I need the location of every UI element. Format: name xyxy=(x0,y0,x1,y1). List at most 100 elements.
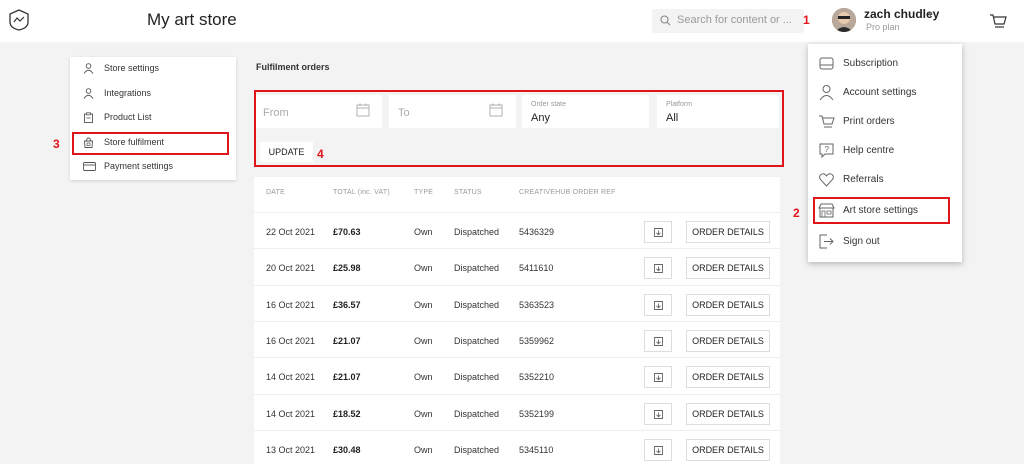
cell-ref: 5352199 xyxy=(519,408,555,419)
menu-item-label: Referrals xyxy=(843,174,884,185)
download-button[interactable] xyxy=(644,438,672,461)
svg-text:?: ? xyxy=(825,145,830,154)
sidebar-item-store-settings[interactable]: Store settings xyxy=(70,57,236,81)
cell-total: £18.52 xyxy=(333,408,361,419)
settings-sidebar: Store settings Integrations Product List… xyxy=(70,57,236,180)
cell-date: 16 Oct 2021 xyxy=(266,335,316,346)
cell-date: 13 Oct 2021 xyxy=(266,444,316,455)
download-button[interactable] xyxy=(644,221,672,243)
order-details-button[interactable]: ORDER DETAILS xyxy=(686,402,770,425)
sidebar-item-integrations[interactable]: Integrations xyxy=(70,82,236,106)
table-row: 16 Oct 2021 £36.57 Own Dispatched 5363523 ORD… xyxy=(254,284,780,321)
menu-item-subscription[interactable]: Subscription xyxy=(808,50,962,78)
cell-type: Own xyxy=(414,408,433,419)
download-button[interactable] xyxy=(644,257,672,280)
highlight-box-4 xyxy=(254,90,784,167)
card-icon xyxy=(83,162,96,171)
user-plan: Pro plan xyxy=(866,22,900,32)
page-title: My art store xyxy=(147,10,237,29)
download-button[interactable] xyxy=(644,293,672,316)
cell-ref: 5345110 xyxy=(519,444,554,455)
avatar[interactable] xyxy=(832,8,856,32)
help-icon: ? xyxy=(819,143,834,159)
person-icon xyxy=(83,63,94,74)
chevron-down-icon[interactable]: ▾ xyxy=(928,9,933,20)
order-details-button[interactable]: ORDER DETAILS xyxy=(686,438,770,461)
cell-total: £21.07 xyxy=(333,372,361,383)
column-header-total: TOTAL (inc. VAT) xyxy=(333,189,390,196)
search-icon xyxy=(660,15,671,26)
cell-status: Dispatched xyxy=(454,299,500,310)
menu-item-help-centre[interactable]: ? Help centre xyxy=(808,137,962,165)
cell-total: £25.98 xyxy=(333,263,361,274)
cell-status: Dispatched xyxy=(454,408,500,419)
cart-icon[interactable] xyxy=(989,12,1007,30)
download-icon xyxy=(654,373,663,383)
order-details-button[interactable]: ORDER DETAILS xyxy=(686,257,770,280)
menu-item-sign-out[interactable]: Sign out xyxy=(808,228,962,256)
sidebar-item-label: Payment settings xyxy=(104,161,174,171)
menu-item-label: Account settings xyxy=(843,87,917,98)
order-details-button[interactable]: ORDER DETAILS xyxy=(686,293,770,316)
annotation-3: 3 xyxy=(53,137,60,151)
download-button[interactable] xyxy=(644,329,672,352)
cell-total: £21.07 xyxy=(333,335,361,346)
person-icon xyxy=(83,88,94,99)
download-icon xyxy=(654,409,663,419)
avatar-image xyxy=(832,8,856,32)
cell-ref: 5352210 xyxy=(519,372,555,383)
menu-item-label: Print orders xyxy=(843,116,895,127)
column-header-status: STATUS xyxy=(454,189,482,196)
sidebar-item-payment-settings[interactable]: Payment settings xyxy=(70,155,236,179)
section-title: Fulfilment orders xyxy=(256,62,330,72)
order-details-button[interactable]: ORDER DETAILS xyxy=(686,366,770,389)
highlight-box-2 xyxy=(813,197,950,224)
table-row: 16 Oct 2021 £21.07 Own Dispatched 5359962 ORD… xyxy=(254,320,780,357)
search-bar[interactable]: Search for content or ... xyxy=(652,9,804,33)
cell-type: Own xyxy=(414,299,433,310)
cell-status: Dispatched xyxy=(454,372,500,383)
menu-item-label: Subscription xyxy=(843,58,899,69)
order-details-button[interactable]: ORDER DETAILS xyxy=(686,221,770,243)
download-button[interactable] xyxy=(644,366,672,389)
cell-ref: 5436329 xyxy=(519,227,555,237)
table-row: 20 Oct 2021 £25.98 Own Dispatched 5411610 ORD… xyxy=(254,248,780,284)
menu-item-referrals[interactable]: Referrals xyxy=(808,166,962,194)
person-icon xyxy=(819,85,834,101)
cell-type: Own xyxy=(414,444,433,455)
cell-status: Dispatched xyxy=(454,263,500,274)
cell-date: 14 Oct 2021 xyxy=(266,408,316,419)
sign-out-icon xyxy=(819,234,834,249)
cell-date: 20 Oct 2021 xyxy=(266,263,316,274)
cell-status: Dispatched xyxy=(454,335,500,346)
table-row: 14 Oct 2021 £21.07 Own Dispatched 5352210 ORD… xyxy=(254,357,780,393)
menu-item-account-settings[interactable]: Account settings xyxy=(808,79,962,107)
column-header-type: TYPE xyxy=(414,189,434,196)
download-icon xyxy=(654,228,663,237)
highlight-box-3 xyxy=(72,132,229,155)
menu-item-print-orders[interactable]: Print orders xyxy=(808,108,962,136)
download-icon xyxy=(654,300,663,310)
logo-icon[interactable] xyxy=(8,9,30,31)
cell-ref: 5359962 xyxy=(519,335,555,346)
cell-type: Own xyxy=(414,372,433,383)
table-row: 22 Oct 2021 £70.63 Own Dispatched 5436329 ORD… xyxy=(254,212,780,248)
menu-item-label: Sign out xyxy=(843,236,880,247)
clipboard-icon xyxy=(84,112,93,123)
search-input[interactable]: Search for content or ... xyxy=(677,14,792,26)
cell-total: £30.48 xyxy=(333,444,361,455)
top-header: My art store Search for content or ... 1… xyxy=(0,0,1024,42)
download-icon xyxy=(654,336,663,346)
heart-icon xyxy=(819,173,834,187)
table-row: 14 Oct 2021 £18.52 Own Dispatched 5352199 ORD… xyxy=(254,393,780,430)
cart-icon xyxy=(819,115,835,128)
column-header-ref: CREATIVEHUB ORDER REF xyxy=(519,189,616,196)
subscription-icon xyxy=(819,57,834,70)
cell-date: 16 Oct 2021 xyxy=(266,299,316,310)
order-details-button[interactable]: ORDER DETAILS xyxy=(686,329,770,352)
download-button[interactable] xyxy=(644,402,672,425)
user-menu: Subscription Account settings Print orde… xyxy=(808,44,962,262)
cell-type: Own xyxy=(414,263,433,274)
menu-item-label: Help centre xyxy=(843,145,895,156)
sidebar-item-product-list[interactable]: Product List xyxy=(70,106,236,130)
